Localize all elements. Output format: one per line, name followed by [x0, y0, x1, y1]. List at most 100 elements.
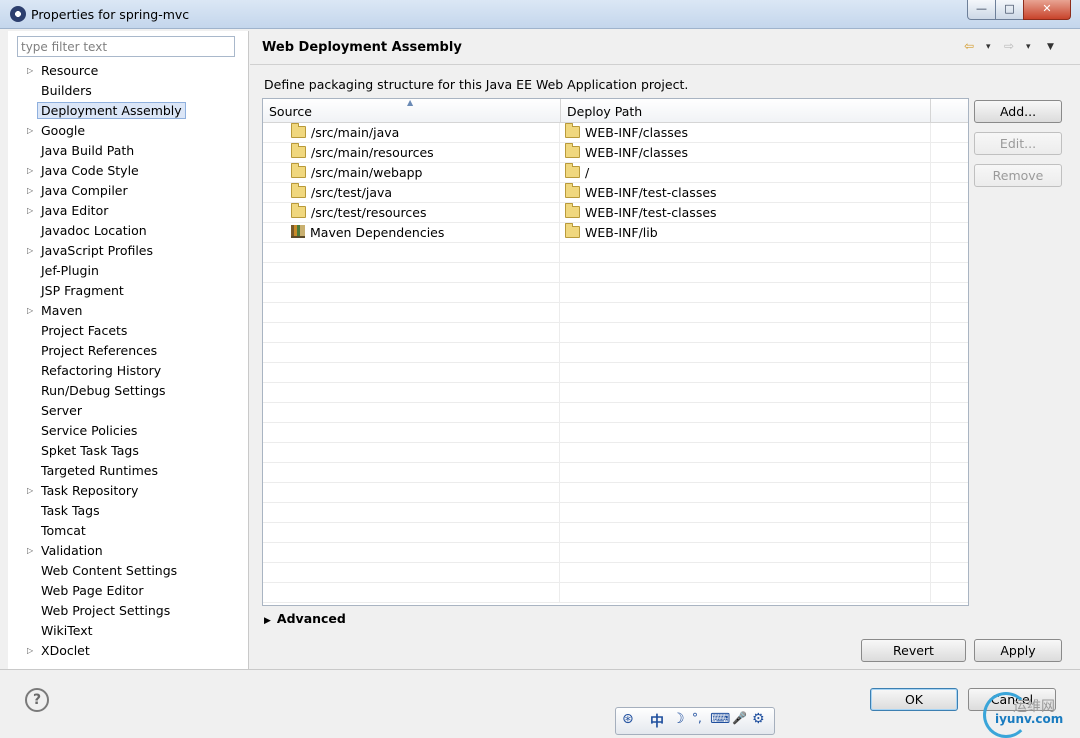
apply-button[interactable]: Apply — [974, 639, 1062, 662]
ime-logo-icon[interactable]: ⊛ — [622, 711, 634, 727]
tree-item-service-policies[interactable]: Service Policies — [8, 421, 248, 441]
table-row[interactable]: /src/main/resources WEB-INF/classes — [263, 143, 968, 163]
tree-item-java-editor[interactable]: ▷ Java Editor — [8, 201, 248, 221]
empty-cell — [263, 443, 560, 462]
tree-item-spket-task-tags[interactable]: Spket Task Tags — [8, 441, 248, 461]
empty-table-row — [263, 443, 968, 463]
tree-item-validation[interactable]: ▷ Validation — [8, 541, 248, 561]
close-window-button[interactable]: ✕ — [1023, 0, 1071, 20]
tree-item-builders[interactable]: Builders — [8, 81, 248, 101]
expand-arrow-icon[interactable]: ▷ — [27, 121, 35, 141]
tree-item-jsp-fragment[interactable]: JSP Fragment — [8, 281, 248, 301]
empty-table-row — [263, 323, 968, 343]
tree-item-maven[interactable]: ▷ Maven — [8, 301, 248, 321]
empty-cell — [931, 383, 968, 402]
expand-arrow-icon[interactable]: ▷ — [27, 481, 35, 501]
ime-keyboard-icon[interactable]: ⌨ — [710, 711, 730, 727]
table-row[interactable]: Maven Dependencies WEB-INF/lib — [263, 223, 968, 243]
edit-button[interactable]: Edit... — [974, 132, 1062, 155]
tree-item-web-content-settings[interactable]: Web Content Settings — [8, 561, 248, 581]
empty-cell — [263, 363, 560, 382]
tree-item-project-references[interactable]: Project References — [8, 341, 248, 361]
back-menu-icon[interactable]: ▾ — [986, 42, 991, 52]
tree-item-refactoring-history[interactable]: Refactoring History — [8, 361, 248, 381]
tree-item-java-code-style[interactable]: ▷ Java Code Style — [8, 161, 248, 181]
expand-arrow-icon[interactable]: ▷ — [27, 181, 35, 201]
column-header-source[interactable]: Source ▲ — [263, 99, 561, 122]
minimize-button[interactable]: — — [967, 0, 996, 20]
empty-table-row — [263, 283, 968, 303]
forward-menu-icon[interactable]: ▾ — [1026, 42, 1031, 52]
empty-cell — [263, 243, 560, 262]
table-row[interactable]: /src/main/java WEB-INF/classes — [263, 123, 968, 143]
tree-item-javadoc-location[interactable]: Javadoc Location — [8, 221, 248, 241]
tree-item-project-facets[interactable]: Project Facets — [8, 321, 248, 341]
empty-cell — [931, 463, 968, 482]
deploy-path-cell: WEB-INF/classes — [561, 143, 931, 162]
revert-button[interactable]: Revert — [861, 639, 966, 662]
empty-table-row — [263, 403, 968, 423]
empty-table-row — [263, 303, 968, 323]
tree-item-web-page-editor[interactable]: Web Page Editor — [8, 581, 248, 601]
tree-item-label: Run/Debug Settings — [41, 383, 166, 398]
expand-arrow-icon[interactable]: ▷ — [27, 61, 35, 81]
expand-arrow-icon[interactable]: ▷ — [27, 541, 35, 561]
tree-item-google[interactable]: ▷ Google — [8, 121, 248, 141]
folder-icon — [565, 183, 580, 198]
tree-item-deployment-assembly[interactable]: Deployment Assembly — [8, 101, 248, 121]
maximize-button[interactable]: □ — [995, 0, 1024, 20]
expand-arrow-icon[interactable]: ▷ — [27, 161, 35, 181]
table-row[interactable]: /src/main/webapp / — [263, 163, 968, 183]
filler-cell — [931, 223, 968, 242]
filter-input[interactable] — [17, 36, 235, 57]
tree-item-wikitext[interactable]: WikiText — [8, 621, 248, 641]
tree-item-resource[interactable]: ▷ Resource — [8, 61, 248, 81]
empty-cell — [263, 283, 560, 302]
tree-item-web-project-settings[interactable]: Web Project Settings — [8, 601, 248, 621]
advanced-section-toggle[interactable]: ▶ Advanced — [264, 611, 346, 626]
table-row[interactable]: /src/test/resources WEB-INF/test-classes — [263, 203, 968, 223]
empty-cell — [263, 403, 560, 422]
tree-item-java-compiler[interactable]: ▷ Java Compiler — [8, 181, 248, 201]
folder-icon — [291, 183, 306, 198]
empty-cell — [263, 423, 560, 442]
ime-microphone-icon[interactable]: 🎤 — [732, 711, 747, 725]
ime-halfwidth-icon[interactable]: ☽ — [672, 711, 685, 727]
empty-cell — [931, 583, 968, 602]
tree-item-targeted-runtimes[interactable]: Targeted Runtimes — [8, 461, 248, 481]
expand-arrow-icon[interactable]: ▷ — [27, 641, 35, 661]
tree-item-label: WikiText — [41, 623, 93, 638]
column-header-deploy-path[interactable]: Deploy Path — [561, 99, 931, 122]
tree-item-tomcat[interactable]: Tomcat — [8, 521, 248, 541]
forward-arrow-icon[interactable]: ⇨ — [1004, 39, 1014, 53]
ime-settings-icon[interactable]: ⚙ — [752, 711, 765, 727]
tree-item-javascript-profiles[interactable]: ▷ JavaScript Profiles — [8, 241, 248, 261]
remove-button[interactable]: Remove — [974, 164, 1062, 187]
tree-item-server[interactable]: Server — [8, 401, 248, 421]
empty-cell — [931, 363, 968, 382]
ime-chinese-mode-icon[interactable]: 中 — [650, 711, 664, 731]
tree-item-task-repository[interactable]: ▷ Task Repository — [8, 481, 248, 501]
tree-item-label: Task Tags — [41, 503, 100, 518]
empty-cell — [561, 283, 931, 302]
tree-item-jef-plugin[interactable]: Jef-Plugin — [8, 261, 248, 281]
help-icon[interactable]: ? — [25, 688, 49, 712]
tree-item-label: Task Repository — [41, 483, 139, 498]
ime-punctuation-icon[interactable]: °, — [692, 711, 702, 725]
expand-arrow-icon[interactable]: ▷ — [27, 241, 35, 261]
tree-item-label: Service Policies — [41, 423, 138, 438]
tree-item-run-debug-settings[interactable]: Run/Debug Settings — [8, 381, 248, 401]
tree-item-xdoclet[interactable]: ▷ XDoclet — [8, 641, 248, 661]
tree-item-label: Java Build Path — [41, 143, 135, 158]
add-button[interactable]: Add... — [974, 100, 1062, 123]
tree-item-label: JavaScript Profiles — [41, 243, 154, 258]
back-arrow-icon[interactable]: ⇦ — [964, 39, 974, 53]
table-row[interactable]: /src/test/java WEB-INF/test-classes — [263, 183, 968, 203]
view-menu-icon[interactable]: ▼ — [1047, 42, 1054, 52]
tree-item-task-tags[interactable]: Task Tags — [8, 501, 248, 521]
ok-button[interactable]: OK — [870, 688, 958, 711]
expand-arrow-icon[interactable]: ▷ — [27, 301, 35, 321]
deployment-assembly-table[interactable]: Source ▲ Deploy Path /src/main/java WEB-I… — [262, 98, 969, 606]
tree-item-java-build-path[interactable]: Java Build Path — [8, 141, 248, 161]
expand-arrow-icon[interactable]: ▷ — [27, 201, 35, 221]
